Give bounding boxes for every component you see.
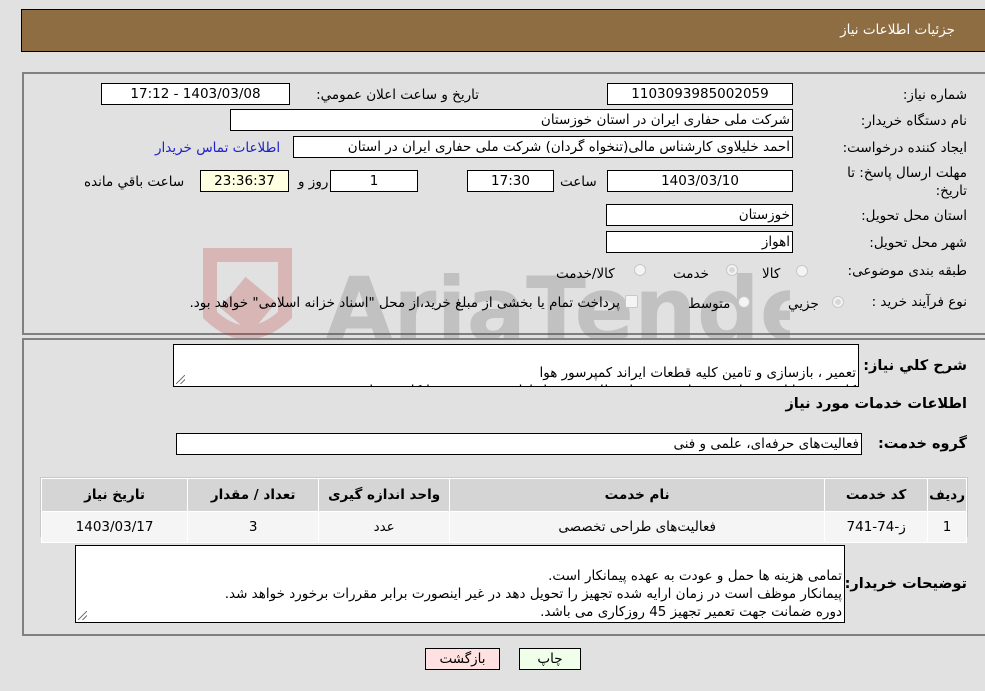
category-radio-service[interactable] [726, 264, 738, 276]
col-unit: واحد اندازه گیری [318, 478, 451, 512]
buyer-notes-label: توضیحات خریدار: [844, 576, 967, 592]
deadline-date-field: 1403/03/10 [607, 170, 793, 192]
purchase-option-medium: متوسط [688, 296, 731, 312]
deadline-time-label: ساعت [560, 174, 597, 190]
service-group-field: فعالیت‌های حرفه‌ای، علمی و فنی [176, 433, 862, 455]
col-row: رديف [927, 478, 967, 512]
description-text: تعمیر ، بازسازی و تامین کلیه قطعات ایران… [347, 365, 856, 386]
announce-datetime-field: 1403/03/08 - 17:12 [101, 83, 290, 105]
table-row: 1 ز-74-741 فعالیت‌های طراحی تخصصی عدد 3 … [40, 511, 967, 543]
category-radio-goods[interactable] [796, 265, 808, 277]
purchase-option-minor: جزيي [788, 296, 819, 312]
announce-datetime-label: تاریخ و ساعت اعلان عمومي: [316, 87, 479, 103]
cell-qty: 3 [187, 511, 320, 543]
deadline-label: مهلت ارسال پاسخ: تا تاریخ: [847, 165, 967, 199]
buyer-notes-text: تمامی هزینه ها حمل و عودت به عهده پیمانک… [224, 568, 842, 620]
resize-grip-icon[interactable] [78, 611, 87, 620]
col-date: تاريخ نياز [40, 478, 189, 512]
category-radio-goods-service[interactable] [634, 264, 646, 276]
remaining-time-field: 23:36:37 [200, 170, 289, 192]
cell-code: ز-74-741 [824, 511, 929, 543]
category-option-goods: کالا [762, 266, 781, 282]
remaining-days-field: 1 [330, 170, 418, 192]
cell-date: 1403/03/17 [40, 511, 189, 543]
treasury-checkbox[interactable] [625, 295, 638, 308]
need-number-label: شماره نیاز: [902, 87, 967, 103]
cell-row: 1 [927, 511, 967, 543]
service-group-label: گروه خدمت: [877, 436, 967, 452]
resize-grip-icon[interactable] [176, 375, 185, 384]
deadline-time-field: 17:30 [467, 170, 554, 192]
purchase-radio-minor[interactable] [832, 296, 844, 308]
delivery-province-field: خوزستان [606, 204, 793, 226]
print-button[interactable]: چاپ [519, 648, 581, 670]
page-title: جزئیات اطلاعات نیاز [840, 22, 955, 38]
need-number-field: 1103093985002059 [607, 83, 793, 105]
cell-unit: عدد [318, 511, 451, 543]
delivery-city-label: شهر محل تحویل: [869, 235, 967, 251]
description-label: شرح کلي نياز: [863, 358, 967, 374]
buyer-org-field: شرکت ملی حفاری ایران در استان خوزستان [230, 109, 793, 131]
treasury-note: پرداخت تمام یا بخشی از مبلغ خرید،از محل … [189, 295, 620, 311]
purchase-type-label: نوع فرآیند خرید : [871, 294, 967, 310]
buyer-org-label: نام دستگاه خريدار: [860, 113, 967, 129]
services-table-header: رديف کد خدمت نام خدمت واحد اندازه گیری ت… [40, 478, 967, 512]
delivery-city-field: اهواز [606, 231, 793, 253]
services-table-container: رديف کد خدمت نام خدمت واحد اندازه گیری ت… [40, 477, 968, 543]
buyer-notes-textarea[interactable]: تمامی هزینه ها حمل و عودت به عهده پیمانک… [75, 545, 845, 623]
description-textarea[interactable]: تعمیر ، بازسازی و تامین کلیه قطعات ایران… [173, 344, 859, 387]
col-name: نام خدمت [449, 478, 826, 512]
remaining-time-label: ساعت باقي مانده [84, 174, 185, 190]
category-option-service: خدمت [673, 266, 709, 282]
requester-field: احمد خلیلاوی کارشناس مالی(تنخواه گردان) … [293, 136, 793, 158]
services-section-title: اطلاعات خدمات مورد نياز [785, 396, 967, 412]
services-table: رديف کد خدمت نام خدمت واحد اندازه گیری ت… [40, 478, 967, 543]
buyer-contact-link[interactable]: اطلاعات تماس خریدار [155, 140, 280, 156]
page-header: جزئیات اطلاعات نیاز [21, 9, 985, 52]
category-label: طبقه بندی موضوعی: [847, 263, 967, 279]
delivery-province-label: استان محل تحویل: [861, 208, 967, 224]
cell-name: فعالیت‌های طراحی تخصصی [449, 511, 826, 543]
back-button[interactable]: بازگشت [425, 648, 500, 670]
requester-label: ايجاد کننده درخواست: [842, 140, 967, 156]
col-code: کد خدمت [824, 478, 929, 512]
purchase-radio-medium[interactable] [738, 296, 750, 308]
remaining-days-label: روز و [298, 174, 329, 190]
col-qty: تعداد / مقدار [187, 478, 320, 512]
category-option-goods-service: کالا/خدمت [556, 266, 615, 282]
